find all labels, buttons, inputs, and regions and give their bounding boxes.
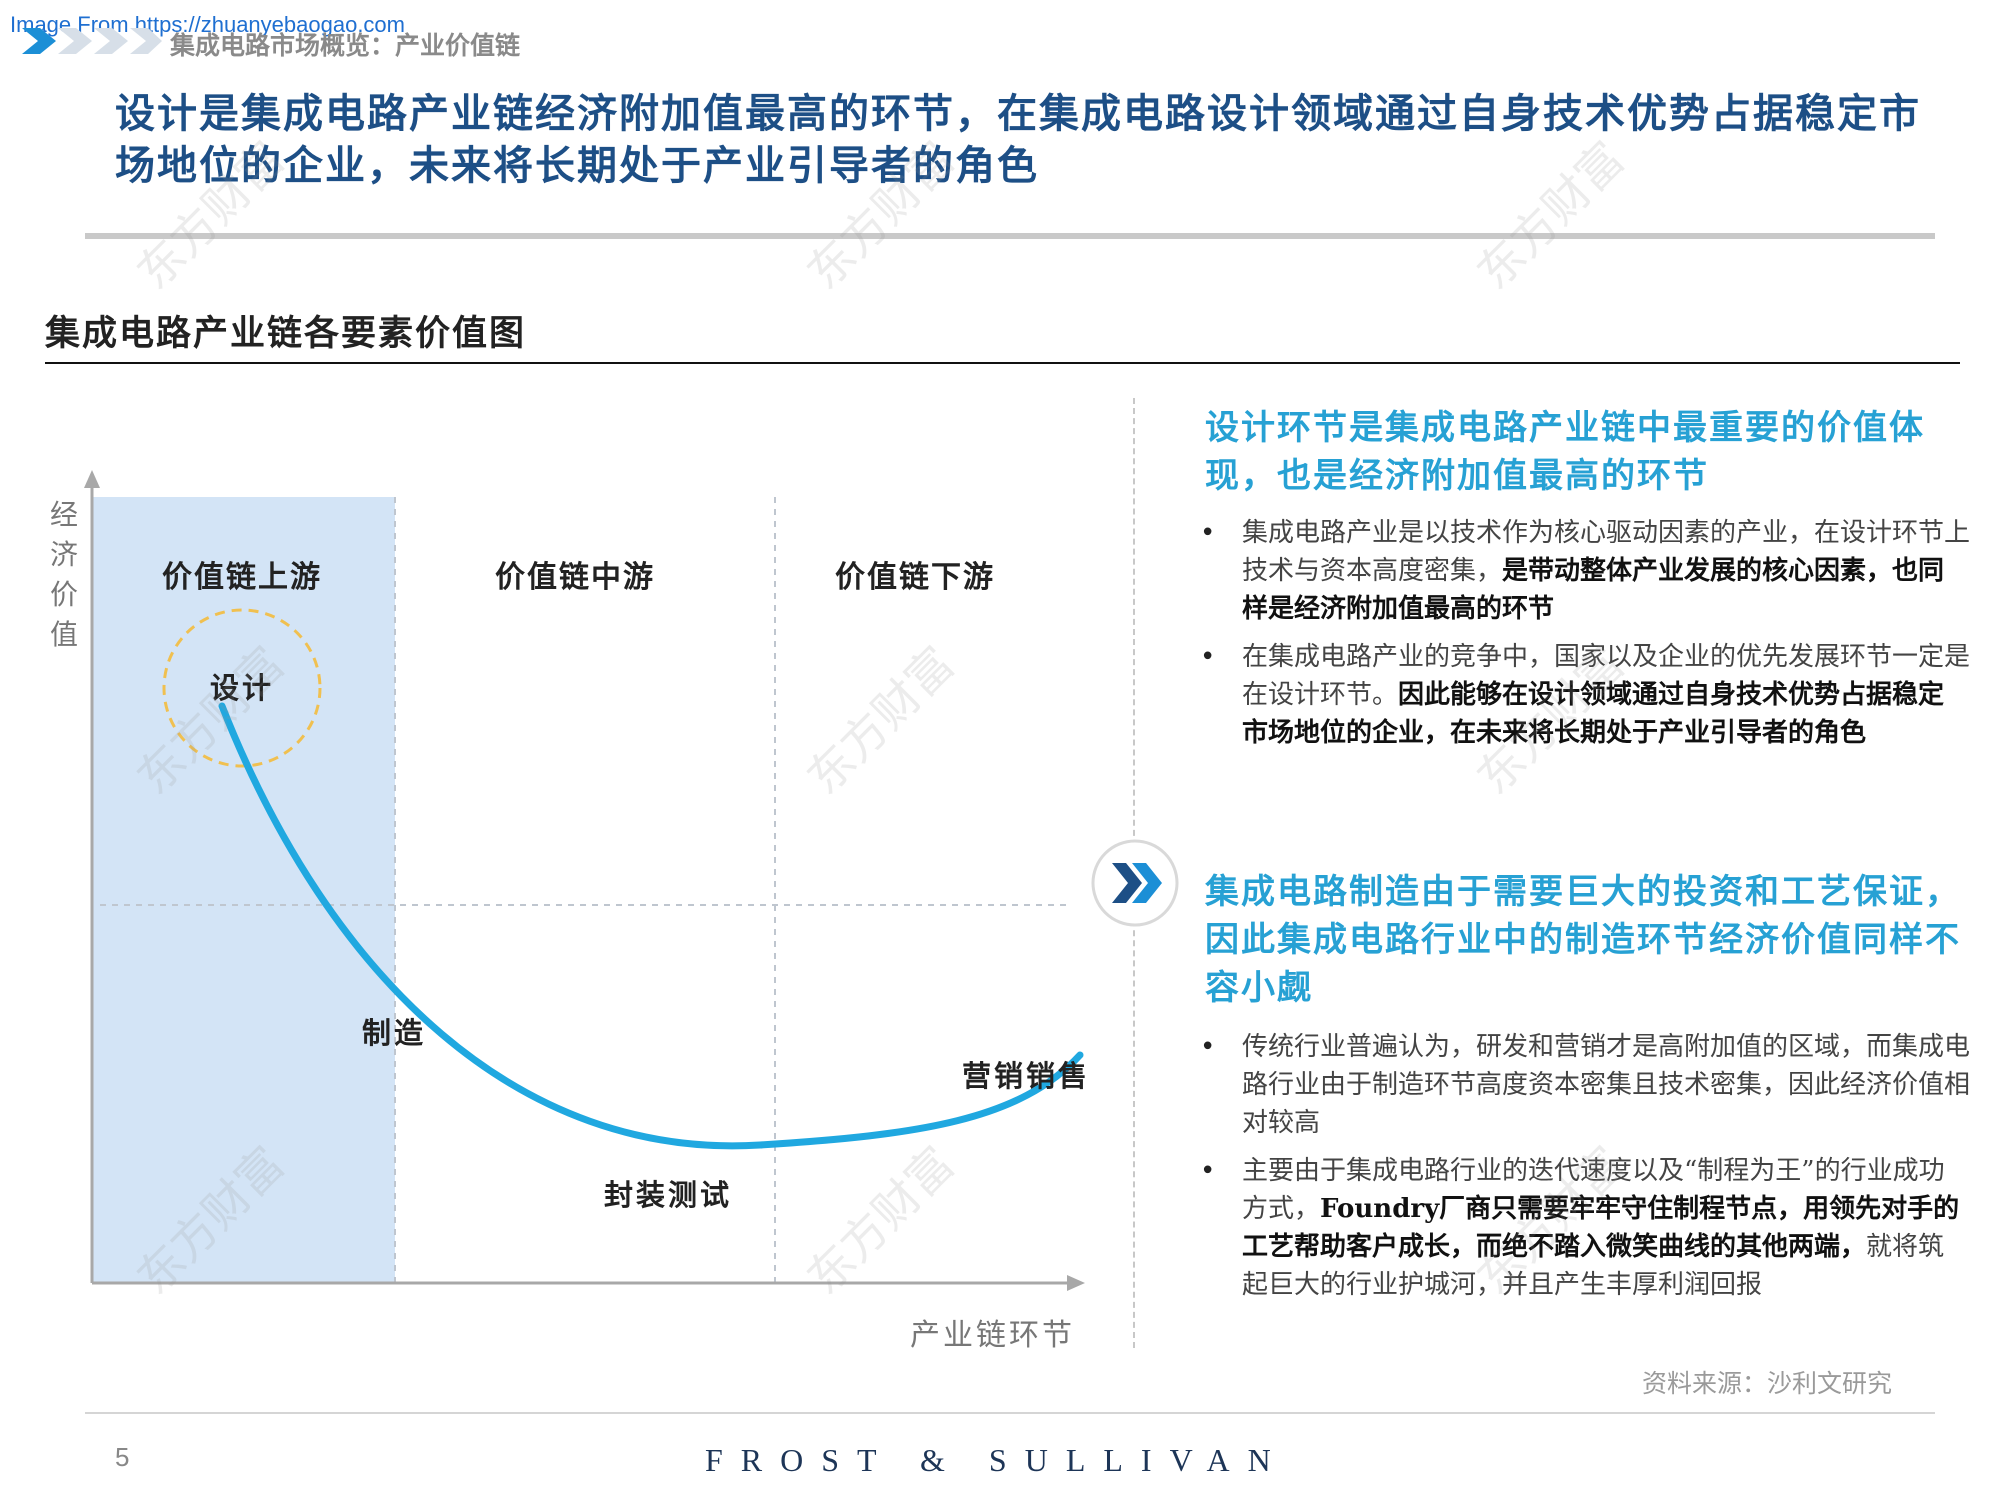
point-label-manufacturing: 制造 bbox=[362, 1016, 427, 1050]
zone-label-upstream: 价值链上游 bbox=[162, 560, 322, 595]
zone-label-downstream: 价值链下游 bbox=[835, 560, 995, 595]
brand-logo: FROST & SULLIVAN bbox=[705, 1442, 1289, 1478]
page-number: 5 bbox=[115, 1442, 130, 1472]
point-label-sales: 营销销售 bbox=[962, 1059, 1091, 1093]
list-item: • 集成电路产业是以技术作为核心驱动因素的产业，在设计环节上技术与资本高度密集，是… bbox=[1200, 518, 1971, 624]
x-axis-label: 产业链环节 bbox=[910, 1318, 1075, 1353]
point-label-packaging: 封装测试 bbox=[604, 1178, 733, 1212]
zone-label-midstream: 价值链中游 bbox=[495, 560, 655, 595]
y-axis-arrow-icon bbox=[84, 470, 100, 488]
y-axis-label: 经济价值 bbox=[49, 498, 78, 651]
source-note: 资料来源：沙利文研究 bbox=[1642, 1369, 1893, 1398]
list-item: • 传统行业普遍认为，研发和营销才是高附加值的区域，而集成电路行业由于制造环节高度… bbox=[1200, 1032, 1971, 1138]
footer-divider bbox=[85, 1412, 1935, 1414]
section2-heading: 集成电路制造由于需要巨大的投资和工艺保证，因此集成电路行业中的制造环节经济价值同… bbox=[1205, 872, 1961, 1008]
x-axis-arrow-icon bbox=[1067, 1275, 1085, 1291]
double-chevron-right-icon bbox=[1090, 838, 1180, 932]
section1-heading: 设计环节是集成电路产业链中最重要的价值体现，也是经济附加值最高的环节 bbox=[1205, 408, 1925, 496]
